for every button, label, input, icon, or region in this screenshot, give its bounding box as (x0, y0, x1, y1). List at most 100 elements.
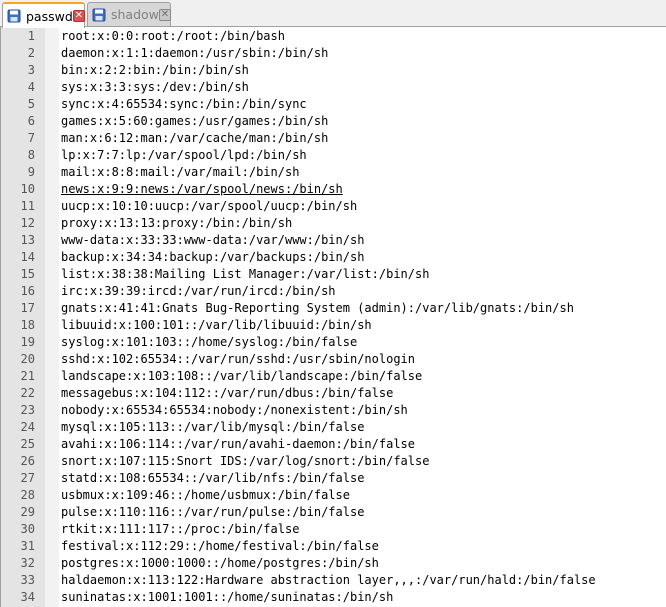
line-number: 7 (27, 131, 35, 145)
line-number: 16 (20, 284, 35, 298)
text-editor[interactable]: 1 root:x:0:0:root:/root:/bin/bash 2 daemon:… (0, 27, 666, 607)
line-text[interactable]: proxy:x:13:13:proxy:/bin:/bin/sh (61, 215, 292, 232)
line-text[interactable]: daemon:x:1:1:daemon:/usr/sbin:/bin/sh (61, 45, 328, 62)
editor-line[interactable]: 18 libuuid:x:100:101::/var/lib/libuuid:/b… (1, 317, 666, 334)
editor-line[interactable]: 8 lp:x:7:7:lp:/var/spool/lpd:/bin/sh (1, 147, 666, 164)
editor-line[interactable]: 22 messagebus:x:104:112::/var/run/dbus:/b… (1, 385, 666, 402)
line-number: 5 (27, 97, 35, 111)
line-number: 8 (27, 148, 35, 162)
editor-line[interactable]: 28 usbmux:x:109:46::/home/usbmux:/bin/fal… (1, 487, 666, 504)
line-text[interactable]: games:x:5:60:games:/usr/games:/bin/sh (61, 113, 328, 130)
line-text[interactable]: irc:x:39:39:ircd:/var/run/ircd:/bin/sh (61, 283, 336, 300)
editor-line[interactable]: 30 rtkit:x:111:117::/proc:/bin/false (1, 521, 666, 538)
line-number: 19 (20, 335, 35, 349)
line-text[interactable]: postgres:x:1000:1000::/home/postgres:/bi… (61, 555, 379, 572)
editor-line[interactable]: 3 bin:x:2:2:bin:/bin:/bin/sh (1, 62, 666, 79)
editor-line[interactable]: 16 irc:x:39:39:ircd:/var/run/ircd:/bin/sh (1, 283, 666, 300)
line-text[interactable]: mail:x:8:8:mail:/var/mail:/bin/sh (61, 164, 299, 181)
line-text[interactable]: mysql:x:105:113::/var/lib/mysql:/bin/fal… (61, 419, 364, 436)
editor-line[interactable]: 32 postgres:x:1000:1000::/home/postgres:/… (1, 555, 666, 572)
line-text[interactable]: sys:x:3:3:sys:/dev:/bin/sh (61, 79, 249, 96)
editor-line[interactable]: 20 sshd:x:102:65534::/var/run/sshd:/usr/s… (1, 351, 666, 368)
line-number: 12 (20, 216, 35, 230)
line-text[interactable]: festival:x:112:29::/home/festival:/bin/f… (61, 538, 379, 555)
editor-line[interactable]: 11 uucp:x:10:10:uucp:/var/spool/uucp:/bin… (1, 198, 666, 215)
file-saved-icon (7, 9, 21, 23)
line-text[interactable]: snort:x:107:115:Snort IDS:/var/log/snort… (61, 453, 429, 470)
tab-passwd[interactable]: passwd ✕ (2, 2, 85, 28)
editor-lines[interactable]: 1 root:x:0:0:root:/root:/bin/bash 2 daemon:… (1, 28, 666, 606)
line-text[interactable]: libuuid:x:100:101::/var/lib/libuuid:/bin… (61, 317, 372, 334)
editor-line[interactable]: 17 gnats:x:41:41:Gnats Bug-Reporting Syst… (1, 300, 666, 317)
line-text[interactable]: news:x:9:9:news:/var/spool/news:/bin/sh (61, 181, 343, 198)
line-text[interactable]: root:x:0:0:root:/root:/bin/bash (61, 28, 285, 45)
line-text[interactable]: man:x:6:12:man:/var/cache/man:/bin/sh (61, 130, 328, 147)
line-text[interactable]: uucp:x:10:10:uucp:/var/spool/uucp:/bin/s… (61, 198, 357, 215)
editor-line[interactable]: 6 games:x:5:60:games:/usr/games:/bin/sh (1, 113, 666, 130)
line-number: 15 (20, 267, 35, 281)
tab-shadow[interactable]: shadow ✕ (87, 2, 171, 26)
line-text[interactable]: usbmux:x:109:46::/home/usbmux:/bin/false (61, 487, 350, 504)
editor-line[interactable]: 21 landscape:x:103:108::/var/lib/landscap… (1, 368, 666, 385)
line-number: 4 (27, 80, 35, 94)
line-text[interactable]: rtkit:x:111:117::/proc:/bin/false (61, 521, 299, 538)
line-number: 32 (20, 556, 35, 570)
editor-line[interactable]: 4 sys:x:3:3:sys:/dev:/bin/sh (1, 79, 666, 96)
line-number: 11 (20, 199, 35, 213)
editor-line[interactable]: 31 festival:x:112:29::/home/festival:/bin… (1, 538, 666, 555)
line-text[interactable]: syslog:x:101:103::/home/syslog:/bin/fals… (61, 334, 357, 351)
editor-line[interactable]: 15 list:x:38:38:Mailing List Manager:/var… (1, 266, 666, 283)
tab-label: shadow (111, 7, 159, 22)
editor-line[interactable]: 7 man:x:6:12:man:/var/cache/man:/bin/sh (1, 130, 666, 147)
line-number: 20 (20, 352, 35, 366)
line-number: 30 (20, 522, 35, 536)
editor-line[interactable]: 19 syslog:x:101:103::/home/syslog:/bin/fa… (1, 334, 666, 351)
line-number: 13 (20, 233, 35, 247)
line-text[interactable]: suninatas:x:1001:1001::/home/suninatas:/… (61, 589, 393, 606)
line-text[interactable]: avahi:x:106:114::/var/run/avahi-daemon:/… (61, 436, 415, 453)
line-number: 3 (27, 63, 35, 77)
line-text[interactable]: pulse:x:110:116::/var/run/pulse:/bin/fal… (61, 504, 364, 521)
editor-line[interactable]: 1 root:x:0:0:root:/root:/bin/bash (1, 28, 666, 45)
editor-line[interactable]: 29 pulse:x:110:116::/var/run/pulse:/bin/f… (1, 504, 666, 521)
editor-line[interactable]: 33 haldaemon:x:113:122:Hardware abstracti… (1, 572, 666, 589)
line-text[interactable]: sshd:x:102:65534::/var/run/sshd:/usr/sbi… (61, 351, 415, 368)
close-icon[interactable]: ✕ (158, 8, 171, 21)
line-number: 23 (20, 403, 35, 417)
editor-line[interactable]: 34 suninatas:x:1001:1001::/home/suninatas… (1, 589, 666, 606)
line-number: 26 (20, 454, 35, 468)
line-text[interactable]: nobody:x:65534:65534:nobody:/nonexistent… (61, 402, 408, 419)
editor-line[interactable]: 24 mysql:x:105:113::/var/lib/mysql:/bin/f… (1, 419, 666, 436)
line-text[interactable]: gnats:x:41:41:Gnats Bug-Reporting System… (61, 300, 574, 317)
editor-line[interactable]: 27 statd:x:108:65534::/var/lib/nfs:/bin/f… (1, 470, 666, 487)
line-text[interactable]: messagebus:x:104:112::/var/run/dbus:/bin… (61, 385, 393, 402)
line-number: 27 (20, 471, 35, 485)
line-number: 33 (20, 573, 35, 587)
editor-line[interactable]: 23 nobody:x:65534:65534:nobody:/nonexiste… (1, 402, 666, 419)
line-text[interactable]: lp:x:7:7:lp:/var/spool/lpd:/bin/sh (61, 147, 307, 164)
line-text[interactable]: landscape:x:103:108::/var/lib/landscape:… (61, 368, 422, 385)
line-number: 18 (20, 318, 35, 332)
line-number: 21 (20, 369, 35, 383)
line-text[interactable]: list:x:38:38:Mailing List Manager:/var/l… (61, 266, 429, 283)
editor-line[interactable]: 9 mail:x:8:8:mail:/var/mail:/bin/sh (1, 164, 666, 181)
editor-line[interactable]: 10 news:x:9:9:news:/var/spool/news:/bin/s… (1, 181, 666, 198)
editor-line[interactable]: 5 sync:x:4:65534:sync:/bin:/bin/sync (1, 96, 666, 113)
line-text[interactable]: backup:x:34:34:backup:/var/backups:/bin/… (61, 249, 364, 266)
editor-line[interactable]: 14 backup:x:34:34:backup:/var/backups:/bi… (1, 249, 666, 266)
editor-line[interactable]: 26 snort:x:107:115:Snort IDS:/var/log/sno… (1, 453, 666, 470)
line-number: 10 (20, 182, 35, 196)
close-icon[interactable]: ✕ (72, 10, 85, 22)
editor-line[interactable]: 2 daemon:x:1:1:daemon:/usr/sbin:/bin/sh (1, 45, 666, 62)
line-number: 22 (20, 386, 35, 400)
line-text[interactable]: sync:x:4:65534:sync:/bin:/bin/sync (61, 96, 307, 113)
line-text[interactable]: haldaemon:x:113:122:Hardware abstraction… (61, 572, 596, 589)
line-text[interactable]: www-data:x:33:33:www-data:/var/www:/bin/… (61, 232, 364, 249)
editor-line[interactable]: 12 proxy:x:13:13:proxy:/bin:/bin/sh (1, 215, 666, 232)
line-text[interactable]: bin:x:2:2:bin:/bin:/bin/sh (61, 62, 249, 79)
editor-line[interactable]: 25 avahi:x:106:114::/var/run/avahi-daemon… (1, 436, 666, 453)
tab-label: passwd (26, 8, 73, 24)
editor-line[interactable]: 13 www-data:x:33:33:www-data:/var/www:/bi… (1, 232, 666, 249)
line-number: 24 (20, 420, 35, 434)
line-text[interactable]: statd:x:108:65534::/var/lib/nfs:/bin/fal… (61, 470, 364, 487)
